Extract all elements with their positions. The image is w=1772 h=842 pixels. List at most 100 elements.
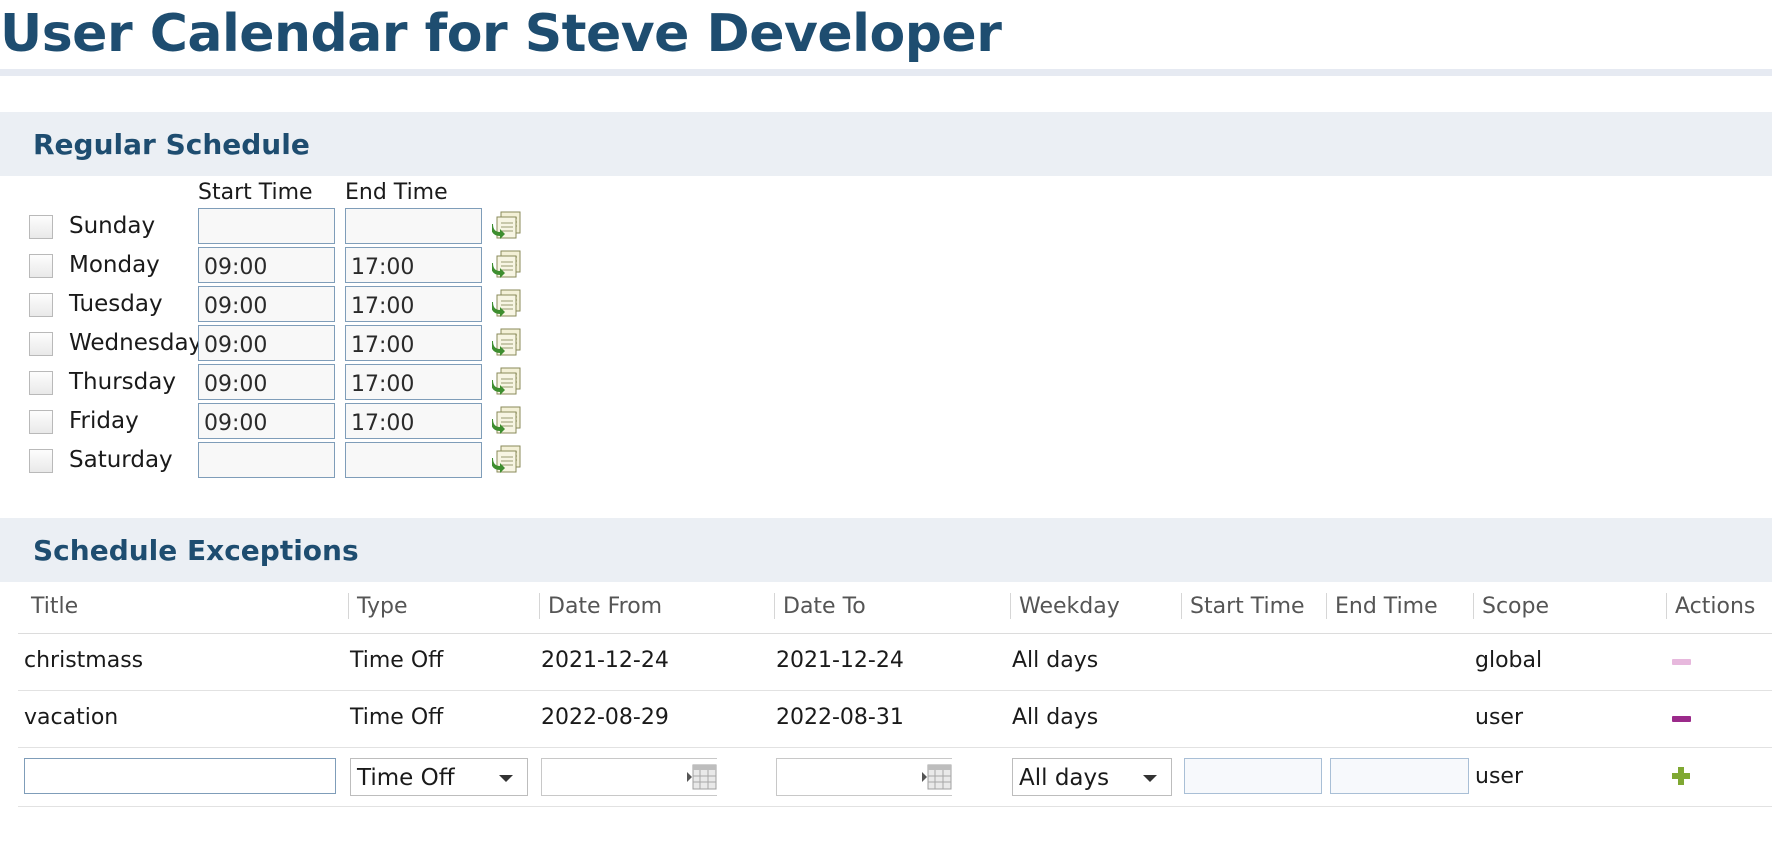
day-label: Monday <box>69 252 160 278</box>
minus-icon[interactable] <box>1672 716 1691 722</box>
copy-schedule-icon[interactable] <box>490 367 522 395</box>
exception-row: christmass Time Off 2021-12-24 2021-12-2… <box>18 634 1772 691</box>
copy-schedule-icon[interactable] <box>490 328 522 356</box>
end-time-input[interactable]: 17:00 <box>345 286 482 322</box>
schedule-day-row: Saturday <box>0 441 560 479</box>
chevron-down-icon <box>1143 775 1157 782</box>
column-header-start-time[interactable]: Start Time <box>1190 594 1305 619</box>
end-time-column-header: End Time <box>345 180 448 205</box>
new-exception-row: Time Off All days user <box>18 748 1772 807</box>
chevron-down-icon <box>499 775 513 782</box>
exception-weekday: All days <box>1012 705 1099 730</box>
column-header-type[interactable]: Type <box>357 594 408 619</box>
new-exception-start-time-input[interactable] <box>1184 758 1322 794</box>
type-select-value: Time Off <box>357 765 455 791</box>
new-exception-title-input[interactable] <box>24 758 336 794</box>
day-label: Friday <box>69 408 139 434</box>
page-title: User Calendar for Steve Developer <box>0 4 1002 64</box>
exception-weekday: All days <box>1012 648 1099 673</box>
day-enabled-checkbox[interactable] <box>29 215 53 239</box>
calendar-icon[interactable] <box>687 764 717 790</box>
column-header-weekday[interactable]: Weekday <box>1019 594 1120 619</box>
start-time-input[interactable] <box>198 442 335 478</box>
copy-schedule-icon[interactable] <box>490 211 522 239</box>
column-header-scope[interactable]: Scope <box>1482 594 1549 619</box>
day-label: Sunday <box>69 213 156 239</box>
column-separator <box>1010 593 1011 619</box>
weekday-select-value: All days <box>1019 765 1110 791</box>
copy-schedule-icon[interactable] <box>490 250 522 278</box>
day-enabled-checkbox[interactable] <box>29 449 53 473</box>
schedule-exceptions-heading: Schedule Exceptions <box>33 534 359 567</box>
start-time-input[interactable] <box>198 208 335 244</box>
end-time-input[interactable]: 17:00 <box>345 247 482 283</box>
copy-schedule-icon[interactable] <box>490 406 522 434</box>
start-time-input[interactable]: 09:00 <box>198 364 335 400</box>
day-label: Tuesday <box>69 291 163 317</box>
column-separator <box>539 593 540 619</box>
new-exception-date-to-input[interactable] <box>776 758 952 796</box>
plus-icon[interactable] <box>1672 767 1690 785</box>
day-label: Thursday <box>69 369 176 395</box>
end-time-input[interactable]: 17:00 <box>345 325 482 361</box>
day-enabled-checkbox[interactable] <box>29 254 53 278</box>
exception-date-to: 2022-08-31 <box>776 705 904 730</box>
column-separator <box>1326 593 1327 619</box>
exception-title: vacation <box>24 705 119 730</box>
regular-schedule-heading: Regular Schedule <box>33 128 310 161</box>
calendar-icon[interactable] <box>922 764 952 790</box>
column-separator <box>774 593 775 619</box>
schedule-day-row: Friday 09:00 17:00 <box>0 402 560 440</box>
column-header-end-time[interactable]: End Time <box>1335 594 1438 619</box>
schedule-day-row: Wednesday 09:00 17:00 <box>0 324 560 362</box>
schedule-day-row: Thursday 09:00 17:00 <box>0 363 560 401</box>
exception-title: christmass <box>24 648 144 673</box>
minus-icon <box>1672 659 1691 665</box>
schedule-exceptions-header: Schedule Exceptions <box>0 518 1772 582</box>
copy-schedule-icon[interactable] <box>490 445 522 473</box>
exceptions-table-header: Title Type Date From Date To Weekday Sta… <box>18 581 1772 634</box>
schedule-day-row: Tuesday 09:00 17:00 <box>0 285 560 323</box>
exception-date-to: 2021-12-24 <box>776 648 904 673</box>
new-exception-date-from-input[interactable] <box>541 758 717 796</box>
exception-type: Time Off <box>350 705 444 730</box>
exception-date-from: 2022-08-29 <box>541 705 669 730</box>
exception-scope: user <box>1475 705 1523 730</box>
title-divider <box>0 69 1772 76</box>
exception-type: Time Off <box>350 648 444 673</box>
exception-row: vacation Time Off 2022-08-29 2022-08-31 … <box>18 691 1772 748</box>
column-separator <box>1666 593 1667 619</box>
new-exception-weekday-select[interactable]: All days <box>1012 758 1172 796</box>
column-separator <box>1181 593 1182 619</box>
day-enabled-checkbox[interactable] <box>29 332 53 356</box>
start-time-input[interactable]: 09:00 <box>198 403 335 439</box>
end-time-input[interactable]: 17:00 <box>345 403 482 439</box>
day-label: Wednesday <box>69 330 203 356</box>
day-enabled-checkbox[interactable] <box>29 293 53 317</box>
end-time-input[interactable]: 17:00 <box>345 364 482 400</box>
column-header-title[interactable]: Title <box>31 594 78 619</box>
copy-schedule-icon[interactable] <box>490 289 522 317</box>
exception-scope: global <box>1475 648 1543 673</box>
column-header-date-to[interactable]: Date To <box>783 594 866 619</box>
new-exception-scope: user <box>1475 764 1523 789</box>
schedule-day-row: Monday 09:00 17:00 <box>0 246 560 284</box>
exception-date-from: 2021-12-24 <box>541 648 669 673</box>
end-time-input[interactable] <box>345 442 482 478</box>
start-time-input[interactable]: 09:00 <box>198 247 335 283</box>
day-enabled-checkbox[interactable] <box>29 410 53 434</box>
column-separator <box>1473 593 1474 619</box>
column-header-actions: Actions <box>1675 594 1756 619</box>
day-enabled-checkbox[interactable] <box>29 371 53 395</box>
regular-schedule-header: Regular Schedule <box>0 112 1772 176</box>
day-label: Saturday <box>69 447 173 473</box>
end-time-input[interactable] <box>345 208 482 244</box>
column-separator <box>348 593 349 619</box>
new-exception-type-select[interactable]: Time Off <box>350 758 528 796</box>
start-time-column-header: Start Time <box>198 180 313 205</box>
schedule-day-row: Sunday <box>0 207 560 245</box>
start-time-input[interactable]: 09:00 <box>198 325 335 361</box>
column-header-date-from[interactable]: Date From <box>548 594 662 619</box>
start-time-input[interactable]: 09:00 <box>198 286 335 322</box>
new-exception-end-time-input[interactable] <box>1330 758 1469 794</box>
